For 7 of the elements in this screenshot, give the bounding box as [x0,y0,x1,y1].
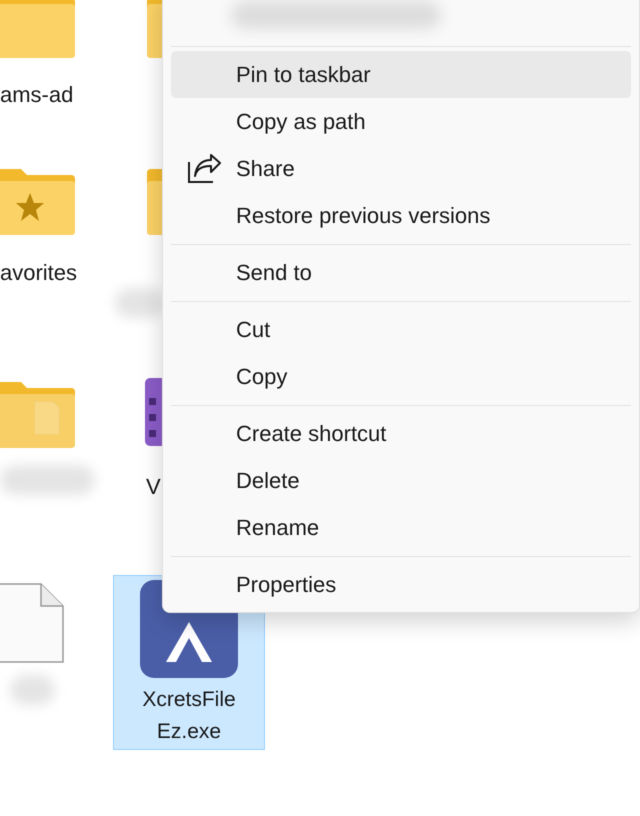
share-icon [186,154,220,184]
file-name: avorites [0,259,78,287]
folder-icon [0,0,75,58]
file-name: ams-ad [0,81,74,109]
file-name: V [146,473,161,501]
menu-item[interactable]: Pin to taskbar [171,51,631,98]
file-name: XcretsFileEz.exe [141,687,237,745]
